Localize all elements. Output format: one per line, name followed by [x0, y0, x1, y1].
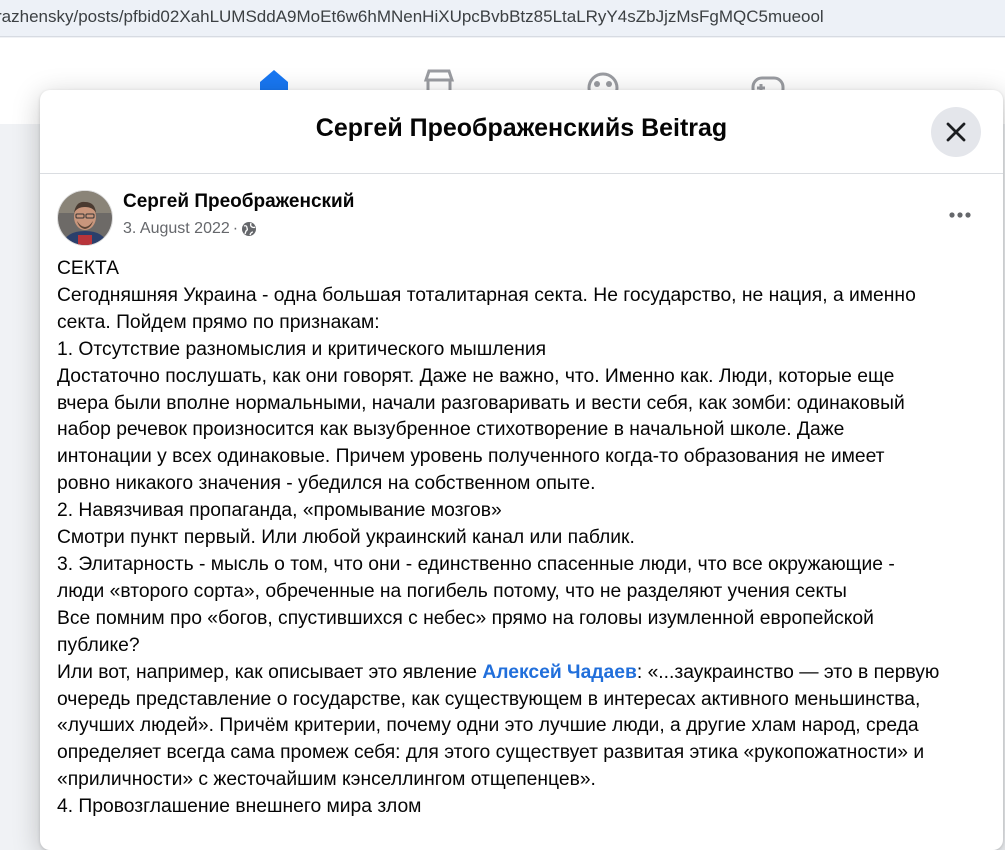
post-line: Все помним про «богов, спустившихся с не… [57, 607, 874, 629]
post-date[interactable]: 3. August 2022 [123, 220, 230, 238]
post-line: набор речевок произносится как вызубренн… [57, 419, 845, 441]
more-options-button[interactable] [942, 202, 978, 228]
mention-link[interactable]: Алексей Чадаев [482, 662, 637, 683]
post-line: СЕКТА [57, 258, 120, 279]
post-line: «приличности» с жесточайшим кэнселлингом… [57, 769, 596, 791]
post-line: «лучших людей». Причём критерии, почему … [57, 715, 919, 737]
post-line: Сегодняшняя Украина - одна большая тотал… [57, 284, 916, 306]
url-text[interactable]: razhensky/posts/pfbid02XahLUMSddA9MoEt6w… [0, 7, 824, 27]
post-line-with-mention: Или вот, например, как описывает это явл… [57, 660, 992, 687]
post-line: Смотри пункт первый. Или любой украински… [57, 527, 635, 549]
author-name[interactable]: Сергей Преображенский [123, 191, 354, 213]
meta-separator: · [232, 220, 239, 237]
post-line: люди «второго сорта», обреченные на поги… [57, 580, 847, 602]
author-avatar[interactable] [57, 190, 113, 246]
post-dialog: Сергей Преображенскийs Beitrag Сергей Пр… [40, 90, 1003, 850]
post-line: очередь представление о государстве, как… [57, 688, 921, 710]
mention-prefix: Или вот, например, как описывает это явл… [57, 661, 483, 683]
post-body: СЕКТА Сегодняшняя Украина - одна большая… [57, 256, 992, 821]
post-line: 1. Отсутствие разномыслия и критического… [57, 338, 547, 360]
post-line: интонации у всех одинаковые. Причем уров… [57, 446, 885, 468]
post-line: 2. Навязчивая пропаганда, «промывание мо… [57, 500, 502, 522]
post-line: секта. Пойдем прямо по признакам: [57, 311, 380, 333]
post-line: определяет всегда сама промеж себя: для … [57, 742, 925, 764]
close-button[interactable] [931, 107, 981, 157]
more-options-icon [949, 212, 971, 218]
dialog-header: Сергей Преображенскийs Beitrag [40, 90, 1003, 174]
post-line: Достаточно послушать, как они говорят. Д… [57, 365, 895, 387]
post-line: 3. Элитарность - мысль о том, что они - … [57, 553, 895, 575]
close-icon [946, 122, 966, 142]
globe-icon [242, 222, 257, 236]
post-line: вчера были вполне нормальными, начали ра… [57, 392, 905, 414]
post-line: ровно никакого значения - убедился на со… [57, 473, 596, 495]
dialog-title: Сергей Преображенскийs Beitrag [315, 114, 728, 142]
post-line: 4. Провозглашение внешнего мира злом [57, 796, 422, 818]
browser-address-bar[interactable]: razhensky/posts/pfbid02XahLUMSddA9MoEt6w… [0, 0, 1005, 37]
post-line: публике? [57, 634, 140, 656]
post-meta: 3. August 2022 · [123, 220, 257, 238]
mention-suffix: : «...заукраинство — это в первую [636, 661, 940, 683]
